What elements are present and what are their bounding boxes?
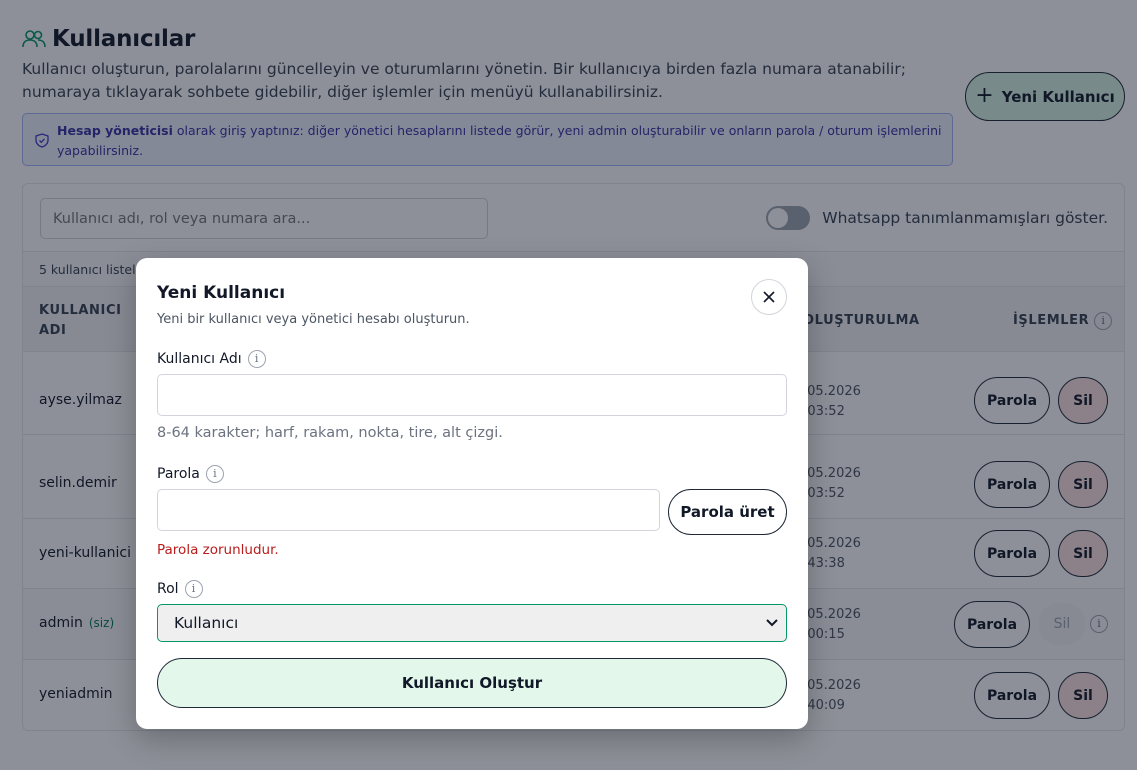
info-icon[interactable]: i [247,350,266,368]
modal-subtitle: Yeni bir kullanıcı veya yönetici hesabı … [157,312,470,327]
role-select[interactable]: Kullanıcı [157,604,787,642]
password-input[interactable] [157,489,660,531]
generate-password-button[interactable]: Parola üret [668,489,787,535]
role-selected-value: Kullanıcı [174,614,239,632]
password-error: Parola zorunludur. [157,542,279,558]
info-icon[interactable]: i [184,580,203,598]
info-icon[interactable]: i [205,465,224,483]
close-icon [763,291,775,303]
modal-title: Yeni Kullanıcı [157,283,286,303]
username-hint: 8-64 karakter; harf, rakam, nokta, tire,… [157,425,503,441]
create-user-button[interactable]: Kullanıcı Oluştur [157,658,787,708]
password-label: Parola i [157,465,224,483]
username-label: Kullanıcı Adı i [157,350,266,368]
role-label: Rol i [157,580,203,598]
username-input[interactable] [157,374,787,416]
close-button[interactable] [751,279,787,315]
chevron-down-icon [766,619,778,627]
new-user-modal: Yeni Kullanıcı Yeni bir kullanıcı veya y… [136,258,808,729]
